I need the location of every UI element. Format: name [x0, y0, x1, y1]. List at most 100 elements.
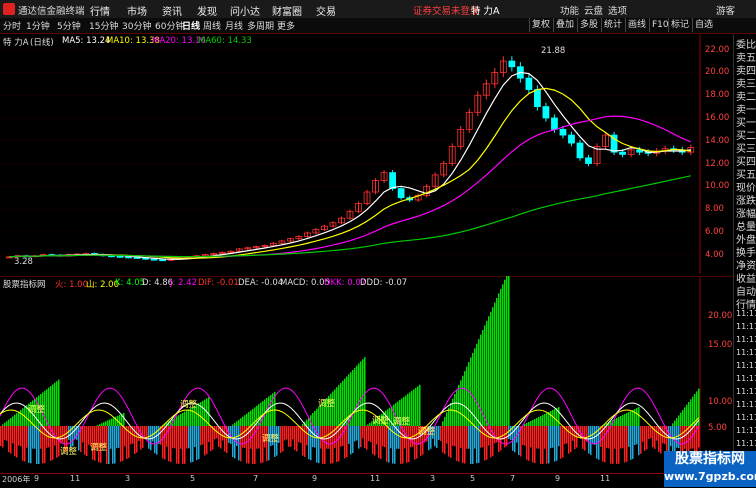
macd-bar [382, 426, 384, 447]
menu-discover[interactable]: 发现 [197, 3, 217, 18]
period-60min[interactable]: 60分钟 [155, 19, 184, 32]
indicator-chart[interactable] [0, 276, 733, 473]
time-tick-label: 3 [430, 474, 436, 483]
period-tick[interactable]: 分时 [3, 19, 21, 32]
green-spike-bar [628, 412, 630, 426]
green-spike-bar [204, 399, 206, 426]
period-multi[interactable]: 多周期 [247, 19, 274, 32]
macd-bar [640, 426, 642, 454]
green-spike-bar [182, 412, 184, 426]
period-1min[interactable]: 1分钟 [26, 19, 50, 32]
macd-bar [78, 426, 80, 451]
adjust-tag: 调整 [318, 399, 336, 409]
period-label: (日线) [30, 38, 54, 48]
menu-options[interactable]: 选项 [608, 3, 627, 17]
macd-bar [684, 426, 686, 449]
macd-bar [456, 426, 458, 461]
period-monthly[interactable]: 月线 [225, 19, 243, 32]
green-spike-bar [452, 398, 454, 426]
macd-bar [538, 426, 540, 449]
macd-bar [50, 426, 52, 461]
macd-bar [258, 426, 260, 449]
macd-bar [644, 426, 646, 451]
menu-ask[interactable]: 问小达 [230, 3, 260, 18]
menu-market[interactable]: 市场 [127, 3, 147, 18]
tool-mark[interactable]: 标记 [668, 18, 691, 32]
period-5min[interactable]: 5分钟 [57, 19, 81, 32]
macd-bar [454, 426, 456, 447]
tool-statistics[interactable]: 统计 [601, 18, 624, 32]
green-spike-bar [184, 411, 186, 426]
green-spike-bar [389, 407, 391, 426]
green-spike-bar [534, 419, 536, 426]
adjust-tag: 调整 [418, 427, 436, 437]
green-spike-bar [413, 389, 415, 426]
price-tick-label: 6.00 [705, 226, 724, 237]
green-spike-bar [632, 410, 634, 426]
quote-panel-item: 11:11 [736, 439, 756, 448]
green-spike-bar [474, 348, 476, 426]
watermark-title: 股票指标网 [675, 451, 745, 467]
period-daily[interactable]: 日线 [182, 19, 200, 32]
macd-bar [626, 426, 628, 462]
tool-overlay[interactable]: 叠加 [553, 18, 576, 32]
price-tick-label: 4.00 [705, 249, 724, 260]
green-spike-bar [618, 417, 620, 426]
green-spike-bar [680, 412, 682, 426]
menu-cloud[interactable]: 云盘 [584, 3, 603, 17]
macd-bar [354, 426, 356, 442]
tool-watchlist[interactable]: 自选 [692, 18, 715, 32]
login-warning[interactable]: 证券交易未登录 [413, 3, 480, 17]
macd-bar [544, 426, 546, 449]
macd-bar [204, 426, 206, 456]
green-spike-bar [620, 416, 622, 426]
period-more[interactable]: 更多 [277, 19, 295, 32]
tool-draw-line[interactable]: 画线 [625, 18, 648, 32]
green-spike-bar [302, 423, 304, 426]
tool-restore-rights[interactable]: 复权 [529, 18, 552, 32]
menu-trade[interactable]: 交易 [316, 3, 336, 18]
macd-bar [130, 426, 132, 445]
adjust-tag: 调整 [372, 416, 390, 426]
menu-wealth[interactable]: 财富圈 [272, 3, 302, 18]
candle-body [525, 77, 533, 90]
price-tick-label: 8.00 [705, 204, 724, 215]
period-weekly[interactable]: 周线 [203, 19, 221, 32]
period-15min[interactable]: 15分钟 [89, 19, 118, 32]
green-spike-bar [496, 298, 498, 426]
green-spike-bar [462, 375, 464, 426]
green-spike-bar [56, 381, 58, 426]
main-price-chart[interactable] [0, 34, 733, 274]
guest-label[interactable]: 游客 [716, 3, 735, 17]
macd-bar [318, 426, 320, 464]
macd-bar [206, 426, 208, 455]
green-spike-bar [526, 423, 528, 426]
menu-function[interactable]: 功能 [560, 3, 579, 17]
macd-bar [542, 426, 544, 464]
green-spike-bar [674, 420, 676, 426]
period-30min[interactable]: 30分钟 [122, 19, 151, 32]
green-spike-bar [488, 316, 490, 426]
green-spike-bar [123, 412, 125, 426]
time-tick-label: 2006年 [2, 475, 31, 484]
green-spike-bar [550, 411, 552, 426]
menu-quotes[interactable]: 行情 [90, 3, 110, 18]
macd-bar [122, 426, 124, 461]
macd-bar [144, 426, 146, 439]
time-tick-label: 9 [312, 474, 318, 483]
macd-bar [252, 426, 254, 464]
quote-panel-item: 11:11 [736, 400, 756, 409]
green-spike-bar [552, 410, 554, 426]
macd-bar [114, 426, 116, 464]
macd-bar [556, 426, 558, 461]
menu-news[interactable]: 资讯 [162, 3, 182, 18]
time-tick-label: 9 [555, 474, 561, 483]
ma5-value: MA5: 13.24 [62, 36, 111, 46]
macd-bar [620, 426, 622, 449]
macd-bar [110, 426, 112, 449]
green-spike-bar [105, 421, 107, 426]
macd-bar [446, 426, 448, 444]
time-tick-label: 3 [125, 474, 131, 483]
macd-bar [16, 426, 18, 458]
tool-multi-stock[interactable]: 多股 [577, 18, 600, 32]
